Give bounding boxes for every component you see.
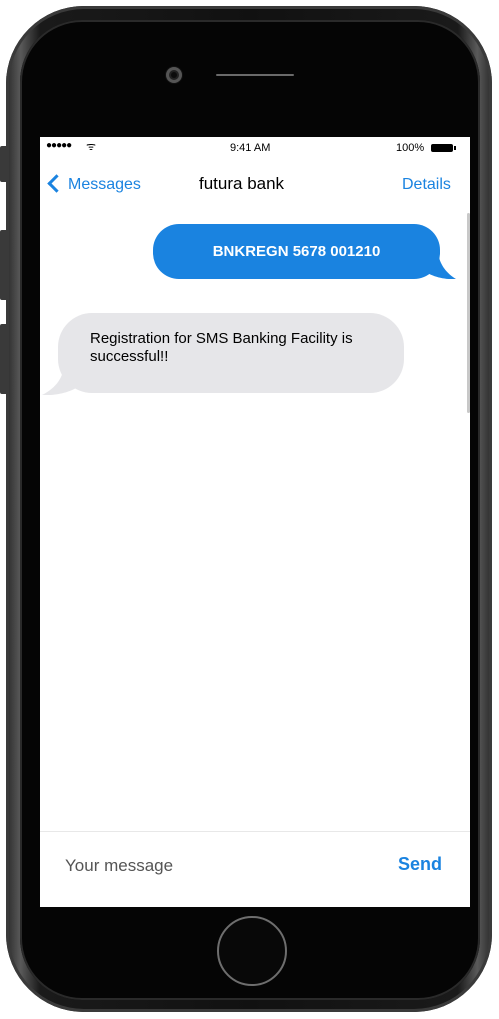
message-composer: Send — [40, 831, 470, 907]
status-time: 9:41 AM — [230, 142, 271, 154]
chevron-left-icon[interactable] — [47, 174, 66, 193]
sent-message-bubble: BNKREGN 5678 001210 — [153, 224, 440, 279]
sent-message-text: BNKREGN 5678 001210 — [212, 243, 381, 260]
volume-up-button — [0, 230, 8, 300]
scrollbar[interactable] — [467, 213, 470, 413]
send-button[interactable]: Send — [398, 854, 442, 875]
details-button[interactable]: Details — [402, 176, 451, 194]
navigation-bar: Messages futura bank Details — [40, 171, 470, 201]
status-bar: ●●●●● ᯤ 9:41 AM 100% — [40, 137, 470, 159]
signal-icon: ●●●●● — [46, 140, 72, 151]
received-message-bubble: Registration for SMS Banking Facility is… — [58, 313, 404, 393]
home-button[interactable] — [217, 916, 287, 986]
phone-screen: ●●●●● ᯤ 9:41 AM 100% Messages futura ban… — [40, 137, 470, 907]
wifi-icon: ᯤ — [86, 141, 97, 153]
back-to-messages-link[interactable]: Messages — [68, 176, 141, 194]
battery-icon — [431, 144, 456, 152]
battery-percentage: 100% — [396, 142, 425, 154]
received-message-text: Registration for SMS Banking Facility is… — [90, 330, 353, 365]
front-camera-icon — [166, 67, 182, 83]
earpiece-speaker — [216, 74, 294, 76]
conversation-title: futura bank — [199, 174, 285, 193]
message-input[interactable] — [65, 852, 365, 880]
mute-switch — [0, 146, 8, 182]
volume-down-button — [0, 324, 8, 394]
